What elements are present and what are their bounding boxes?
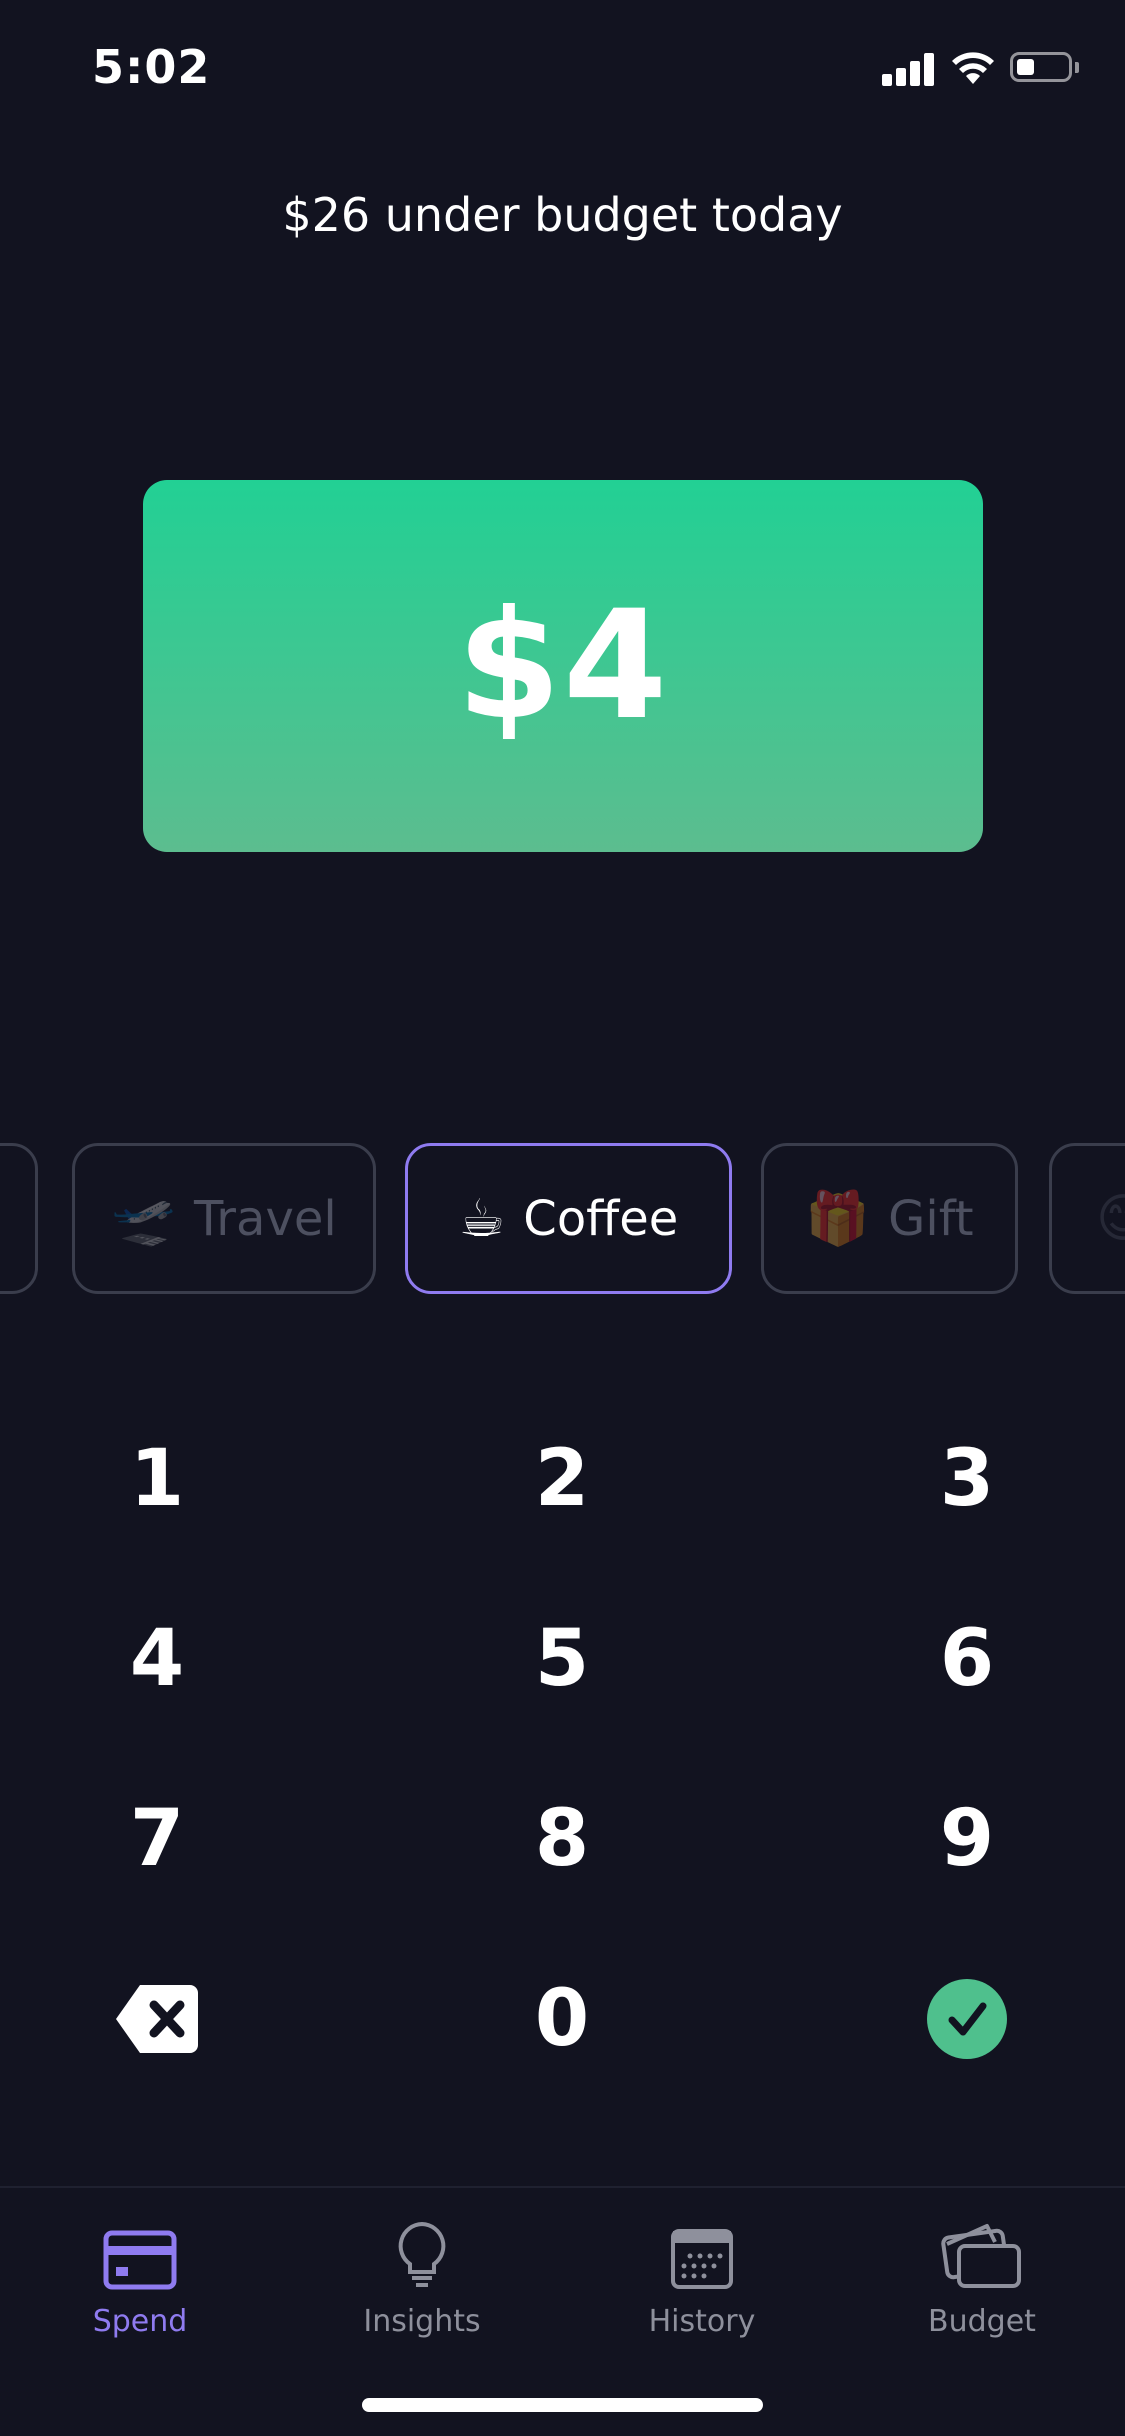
key-6[interactable]: 6 [867,1594,1067,1724]
category-label: Gift [888,1190,974,1247]
key-4[interactable]: 4 [57,1594,257,1724]
checkmark-icon [927,1979,1007,2059]
lightbulb-icon [398,2221,446,2287]
key-9[interactable]: 9 [867,1774,1067,1904]
cellular-signal-icon [882,52,936,86]
amount-display: $4 [143,480,983,852]
confirm-button[interactable] [867,1954,1067,2084]
smiley-icon: 😊 [1096,1189,1125,1249]
battery-nub [1075,62,1079,73]
key-7[interactable]: 7 [57,1774,257,1904]
category-chip-partial-left[interactable] [0,1143,38,1294]
key-3[interactable]: 3 [867,1414,1067,1544]
category-label: Travel [194,1190,337,1247]
category-label: Coffee [523,1190,679,1247]
status-time: 5:02 [92,40,211,94]
amount-value: $4 [456,579,670,753]
tab-insights[interactable]: Insights [312,2210,532,2340]
gift-icon: 🎁 [805,1189,871,1249]
tab-spend[interactable]: Spend [30,2210,250,2340]
key-1[interactable]: 1 [57,1414,257,1544]
tab-label: Budget [928,2304,1036,2339]
card-icon [103,2230,177,2290]
coffee-cup-icon: ☕ [458,1188,506,1249]
tab-bar-divider [0,2186,1125,2188]
budget-status-message: $26 under budget today [282,188,843,242]
airplane-departure-icon: 🛫 [111,1189,177,1249]
wifi-icon [952,52,994,84]
tab-label: Spend [92,2304,188,2339]
category-chip-gift[interactable]: 🎁 Gift [761,1143,1018,1294]
category-selector[interactable]: 🛫 Travel ☕ Coffee 🎁 Gift 😊 [0,1143,1125,1298]
key-8[interactable]: 8 [462,1774,662,1904]
tab-budget[interactable]: Budget [872,2210,1092,2340]
backspace-icon [116,1985,198,2053]
tab-label: History [648,2304,756,2339]
tab-history[interactable]: History [592,2210,812,2340]
backspace-button[interactable] [57,1954,257,2084]
wallet-icon [941,2224,1021,2288]
calendar-icon [671,2229,733,2289]
tab-label: Insights [363,2304,481,2339]
category-chip-coffee[interactable]: ☕ Coffee [405,1143,732,1294]
home-indicator[interactable] [362,2398,763,2412]
spend-screen: 5:02 $26 under budget today $4 🛫 Travel … [0,0,1125,2436]
category-chip-partial-right[interactable]: 😊 [1049,1143,1125,1294]
key-0[interactable]: 0 [462,1954,662,2084]
key-5[interactable]: 5 [462,1594,662,1724]
battery-icon [1010,52,1072,82]
key-2[interactable]: 2 [462,1414,662,1544]
category-chip-travel[interactable]: 🛫 Travel [72,1143,376,1294]
